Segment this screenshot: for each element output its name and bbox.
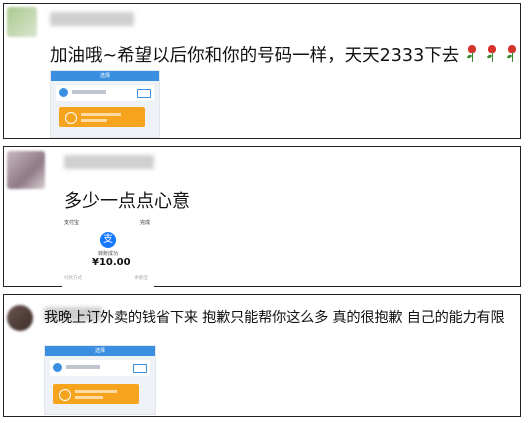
- screenshot-titlebar: 选择: [45, 346, 155, 356]
- done-link: 完成: [139, 220, 150, 226]
- meta-value: 余额宝: [134, 276, 149, 281]
- avatar[interactable]: [7, 305, 33, 331]
- comment-card-3: 我晚上订外卖的钱省下来 抱歉只能帮你这么多 真的很抱歉 自己的能力有限 选择: [3, 294, 521, 417]
- comment-card-1: 加油哦~希望以后你和你的号码一样，天天2333下去 选择: [3, 3, 521, 139]
- screenshot-row: [50, 360, 150, 376]
- avatar[interactable]: [7, 151, 45, 189]
- attached-screenshot[interactable]: 选择: [44, 345, 156, 415]
- alipay-logo-icon: 支: [100, 232, 116, 248]
- avatar[interactable]: [7, 7, 37, 37]
- screenshot-card: [53, 384, 139, 404]
- meta-label: 付款方式: [64, 276, 82, 281]
- comment-text: 多少一点点心意: [64, 191, 190, 212]
- rose-icon: [505, 45, 519, 63]
- screenshot-titlebar: 选择: [51, 71, 159, 81]
- screenshot-row: [56, 85, 154, 101]
- username-blurred: [64, 155, 154, 169]
- app-name: 支付宝: [64, 220, 80, 226]
- comment-text: 加油哦~希望以后你和你的号码一样，天天2333下去: [50, 42, 519, 67]
- transfer-amount: ¥10.00: [92, 257, 131, 268]
- transfer-status: 转账成功: [98, 251, 119, 257]
- comment-text-content: 加油哦~希望以后你和你的号码一样，天天2333下去: [50, 46, 460, 66]
- rose-icon: [485, 45, 499, 63]
- attached-screenshot[interactable]: 选择: [50, 70, 160, 138]
- screenshot-card: [59, 107, 145, 127]
- screenshot-topbar: 支付宝 完成: [62, 218, 154, 227]
- rose-icon: [465, 45, 479, 63]
- transfer-screenshot[interactable]: 支付宝 完成 支 转账成功 ¥10.00 付款方式 余额宝: [62, 218, 154, 290]
- comment-text: 我晚上订外卖的钱省下来 抱歉只能帮你这么多 真的很抱歉 自己的能力有限: [44, 310, 505, 326]
- username-blurred: [50, 12, 134, 26]
